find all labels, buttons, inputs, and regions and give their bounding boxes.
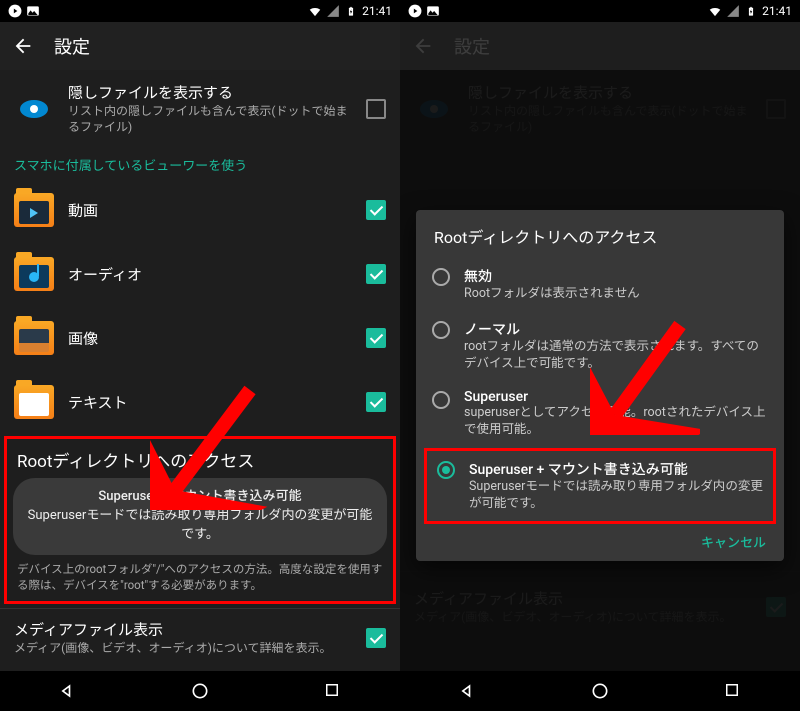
wifi-icon xyxy=(308,4,322,18)
row-viewer-video[interactable]: 動画 xyxy=(0,178,400,242)
music-icon xyxy=(408,4,422,18)
nav-recents-icon[interactable] xyxy=(323,681,343,701)
row-viewer-text[interactable]: テキスト xyxy=(0,370,400,434)
radio-option-normal[interactable]: ノーマル rootフォルダは通常の方法で表示されます。すべてのデバイス上で可能で… xyxy=(426,311,774,381)
radio-icon xyxy=(432,391,450,409)
radio-option-highlight: Superuser + マウント書き込み可能 Superuserモードでは読み取… xyxy=(424,448,776,524)
cancel-button[interactable]: キャンセル xyxy=(701,536,766,551)
radio-sub: rootフォルダは通常の方法で表示されます。すべてのデバイス上で可能です。 xyxy=(464,339,768,373)
nav-bar xyxy=(400,671,800,711)
radio-icon xyxy=(432,321,450,339)
hidden-files-title: 隠しファイルを表示する xyxy=(68,82,352,103)
status-time: 21:41 xyxy=(762,4,792,18)
root-access-highlight: Rootディレクトリへのアクセス Superuser + マウント書き込み可能 … xyxy=(4,436,396,604)
signal-icon xyxy=(326,4,340,18)
radio-icon xyxy=(432,268,450,286)
hidden-files-checkbox[interactable] xyxy=(366,99,386,119)
viewer-section-label: スマホに付属しているビューワーを使う xyxy=(0,147,400,178)
radio-option-disabled[interactable]: 無効 Rootフォルダは表示されません xyxy=(426,258,774,311)
dialog-title: Rootディレクトリへのアクセス xyxy=(426,224,774,258)
page-title: 設定 xyxy=(54,33,90,59)
dialog-actions: キャンセル xyxy=(426,526,774,553)
radio-title: Superuser xyxy=(464,389,768,405)
status-bar: 21:41 xyxy=(0,0,400,22)
viewer-image-label: 画像 xyxy=(68,328,352,349)
settings-content: 隠しファイルを表示する リスト内の隠しファイルも含んで表示(ドットで始まるファイ… xyxy=(400,70,800,671)
viewer-text-label: テキスト xyxy=(68,392,352,413)
nav-home-icon[interactable] xyxy=(190,681,210,701)
radio-title: Superuser + マウント書き込み可能 xyxy=(469,459,763,479)
status-bar: 21:41 xyxy=(400,0,800,22)
radio-sub: superuserとしてアクセス可能。rootされたデバイス上で使用可能。 xyxy=(464,405,768,439)
folder-image-icon xyxy=(14,318,54,358)
media-title: メディアファイル表示 xyxy=(14,619,352,640)
app-bar: 設定 xyxy=(0,22,400,70)
status-time: 21:41 xyxy=(362,4,392,18)
radio-option-superuser-mount[interactable]: Superuser + マウント書き込み可能 Superuserモードでは読み取… xyxy=(431,455,769,517)
root-access-toast-body: Superuserモードでは読み取り専用フォルダ内の変更が可能です。 xyxy=(27,507,373,545)
phone-left: 21:41 設定 隠しファイルを表示する リスト内の隠しファイルも含んで表示(ド… xyxy=(0,0,400,711)
folder-text-icon xyxy=(14,382,54,422)
page-title: 設定 xyxy=(454,33,490,59)
wifi-icon xyxy=(708,4,722,18)
battery-icon xyxy=(744,4,758,18)
media-checkbox[interactable] xyxy=(366,628,386,648)
back-icon[interactable] xyxy=(12,35,34,57)
row-media[interactable]: メディアファイル表示 メディア(画像、ビデオ、オーディオ)について詳細を表示。 xyxy=(0,613,400,668)
nav-home-icon[interactable] xyxy=(590,681,610,701)
media-sub: メディア(画像、ビデオ、オーディオ)について詳細を表示。 xyxy=(14,640,352,656)
radio-sub: Superuserモードでは読み取り専用フォルダ内の変更が可能です。 xyxy=(469,479,763,513)
picture-icon xyxy=(26,4,40,18)
viewer-audio-checkbox[interactable] xyxy=(366,264,386,284)
eye-icon xyxy=(14,89,54,129)
radio-title: 無効 xyxy=(464,266,768,286)
signal-icon xyxy=(726,4,740,18)
hidden-files-sub: リスト内の隠しファイルも含んで表示(ドットで始まるファイル) xyxy=(68,103,352,135)
picture-icon xyxy=(426,4,440,18)
row-viewer-image[interactable]: 画像 xyxy=(0,306,400,370)
root-access-toast-title: Superuser + マウント書き込み可能 xyxy=(27,488,373,507)
viewer-video-label: 動画 xyxy=(68,200,352,221)
root-access-desc: デバイス上のrootフォルダ"/"へのアクセスの方法。高度な設定を使用する際は、… xyxy=(13,555,387,593)
row-hidden-files[interactable]: 隠しファイルを表示する リスト内の隠しファイルも含んで表示(ドットで始まるファイ… xyxy=(0,70,400,147)
root-access-dialog: Rootディレクトリへのアクセス 無効 Rootフォルダは表示されません ノーマ… xyxy=(416,210,784,561)
radio-sub: Rootフォルダは表示されません xyxy=(464,286,768,303)
battery-icon xyxy=(344,4,358,18)
music-icon xyxy=(8,4,22,18)
viewer-text-checkbox[interactable] xyxy=(366,392,386,412)
divider xyxy=(0,608,400,609)
radio-icon xyxy=(437,461,455,479)
root-access-toast: Superuser + マウント書き込み可能 Superuserモードでは読み取… xyxy=(13,478,387,555)
settings-content: 隠しファイルを表示する リスト内の隠しファイルも含んで表示(ドットで始まるファイ… xyxy=(0,70,400,671)
viewer-video-checkbox[interactable] xyxy=(366,200,386,220)
root-access-title: Rootディレクトリへのアクセス xyxy=(13,445,387,478)
viewer-image-checkbox[interactable] xyxy=(366,328,386,348)
folder-audio-icon xyxy=(14,254,54,294)
folder-video-icon xyxy=(14,190,54,230)
radio-title: ノーマル xyxy=(464,319,768,339)
row-viewer-audio[interactable]: オーディオ xyxy=(0,242,400,306)
nav-back-icon[interactable] xyxy=(57,681,77,701)
radio-option-superuser[interactable]: Superuser superuserとしてアクセス可能。rootされたデバイス… xyxy=(426,381,774,447)
nav-recents-icon[interactable] xyxy=(723,681,743,701)
phone-right: 21:41 設定 隠しファイルを表示する リスト内の隠しファイルも含んで表示(ド… xyxy=(400,0,800,711)
nav-back-icon[interactable] xyxy=(457,681,477,701)
back-icon[interactable] xyxy=(412,35,434,57)
nav-bar xyxy=(0,671,400,711)
viewer-audio-label: オーディオ xyxy=(68,264,352,285)
app-bar: 設定 xyxy=(400,22,800,70)
